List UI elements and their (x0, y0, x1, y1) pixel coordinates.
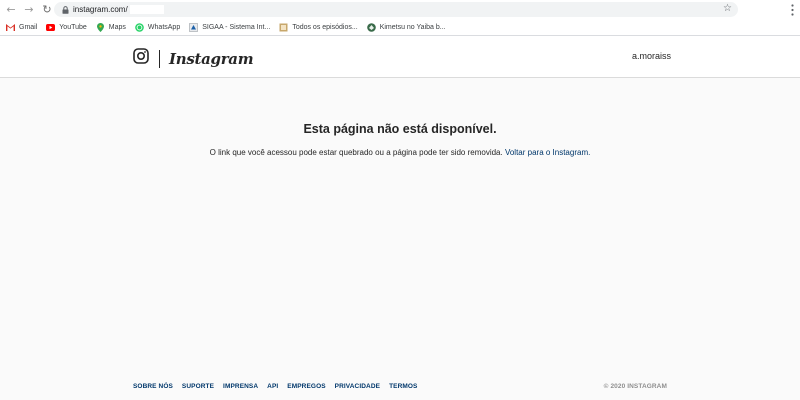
bookmark-sigaa[interactable]: SIGAA - Sistema Int... (189, 22, 271, 32)
page-icon (279, 23, 288, 32)
instagram-logo-link[interactable]: Instagram (133, 48, 254, 69)
bookmark-whatsapp[interactable]: WhatsApp (135, 22, 181, 32)
back-arrow-icon[interactable]: ← (2, 0, 20, 19)
bookmark-label: Maps (108, 23, 126, 31)
footer-link-api[interactable]: API (267, 383, 278, 390)
bookmark-label: SIGAA - Sistema Int... (202, 23, 271, 31)
sigaa-icon (189, 22, 199, 32)
bookmark-label: Kimetsu no Yaiba b... (379, 23, 446, 31)
forward-arrow-icon[interactable]: → (20, 0, 38, 19)
bookmark-kimetsu[interactable]: Kimetsu no Yaiba b... (366, 22, 446, 32)
bookmark-maps[interactable]: Maps (96, 22, 126, 32)
logo-divider (159, 49, 160, 68)
footer: SOBRE NÓS SUPORTE IMPRENSA API EMPREGOS … (133, 383, 667, 390)
bookmark-label: Gmail (19, 23, 38, 31)
whatsapp-icon (135, 22, 144, 32)
copyright: © 2020 INSTAGRAM (603, 383, 667, 390)
lock-icon (58, 5, 72, 14)
instagram-camera-icon (133, 48, 149, 69)
error-message-text: O link que você acessou pode estar quebr… (209, 148, 505, 157)
bookmark-gmail[interactable]: Gmail (6, 23, 37, 32)
footer-link-jobs[interactable]: EMPREGOS (287, 383, 325, 390)
address-bar[interactable]: instagram.com/ ☆ (54, 2, 738, 17)
instagram-header: Instagram a.moraiss (0, 36, 800, 78)
anime-icon (366, 22, 376, 32)
footer-link-about[interactable]: SOBRE NÓS (133, 383, 173, 390)
bookmark-label: YouTube (59, 23, 87, 31)
bookmark-youtube[interactable]: YouTube (46, 23, 87, 32)
error-message: O link que você acessou pode estar quebr… (0, 148, 800, 157)
footer-link-terms[interactable]: TERMOS (389, 383, 417, 390)
page-title: Esta página não está disponível. (303, 122, 497, 136)
username-link[interactable]: a.moraiss (632, 51, 671, 61)
footer-link-support[interactable]: SUPORTE (182, 383, 214, 390)
youtube-icon (46, 23, 56, 32)
bookmark-episodes[interactable]: Todos os episódios... (279, 23, 358, 32)
bookmarks-bar: Gmail YouTube Maps WhatsApp SIGAA - Sist… (0, 19, 800, 36)
bookmark-label: WhatsApp (147, 23, 181, 31)
url-redaction (129, 5, 164, 14)
browser-toolbar: ← → ↻ instagram.com/ ☆ (0, 0, 800, 19)
back-to-instagram-link[interactable]: Voltar para o Instagram. (505, 148, 590, 157)
url-text: instagram.com/ (73, 5, 128, 14)
gmail-icon (6, 23, 15, 32)
instagram-wordmark: Instagram (169, 49, 254, 68)
footer-link-press[interactable]: IMPRENSA (223, 383, 258, 390)
bookmark-star-icon[interactable]: ☆ (723, 3, 732, 14)
bookmark-label: Todos os episódios... (292, 23, 358, 31)
footer-link-privacy[interactable]: PRIVACIDADE (335, 383, 380, 390)
maps-icon (96, 22, 105, 32)
